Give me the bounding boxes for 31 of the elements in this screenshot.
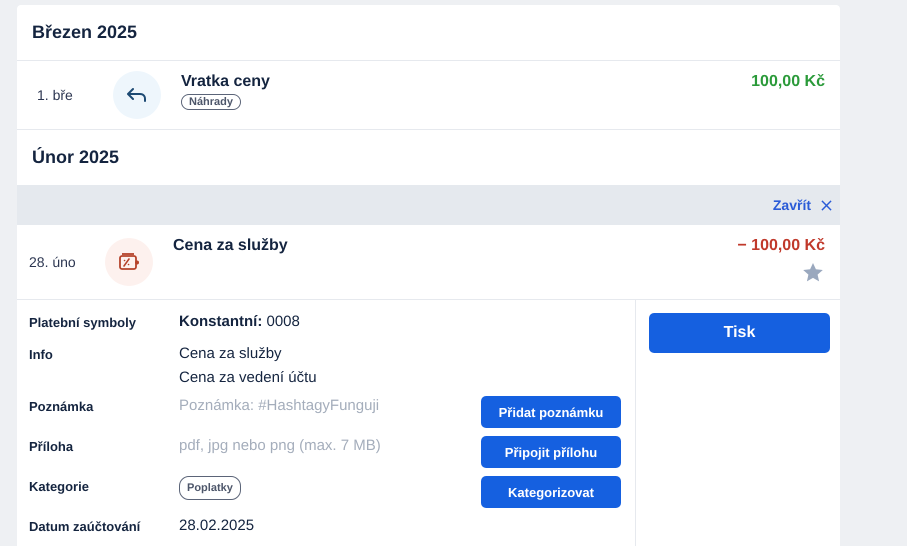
wallet-percent-icon xyxy=(105,238,153,286)
amount: 100,00 Kč xyxy=(751,73,825,91)
transaction-date: 1. bře xyxy=(37,87,74,103)
expanded-transaction-row[interactable]: 28. úno Cena za služby − 100,00 Kč xyxy=(17,225,840,300)
detail-label: Kategorie xyxy=(29,478,90,494)
action-button[interactable]: Připojit přílohu xyxy=(481,436,621,468)
detail-value: Cena za služby xyxy=(179,344,282,364)
detail-value: Konstantní: 0008 xyxy=(179,312,300,332)
close-link[interactable]: Zavřít xyxy=(772,195,832,215)
action-button[interactable]: Kategorizovat xyxy=(481,476,621,508)
close-icon xyxy=(821,200,832,210)
detail-value: Cena za vedení účtu xyxy=(179,368,317,388)
detail-label: Info xyxy=(29,346,54,362)
detail-value: 28.02.2025 xyxy=(179,516,254,536)
category-tag: Poplatky xyxy=(179,476,241,500)
detail-label: Příloha xyxy=(29,438,74,454)
action-button[interactable]: Přidat poznámku xyxy=(481,396,621,428)
transaction-row[interactable]: 1. bře Vratka ceny Náhrady 100,00 Kč xyxy=(17,60,840,129)
detail-label: Poznámka xyxy=(29,398,94,414)
transaction-title: Vratka ceny xyxy=(181,73,270,91)
detail-label: Datum zaúčtování xyxy=(29,518,142,534)
transaction-title: Cena za služby xyxy=(173,237,288,255)
month-heading: Březen 2025 xyxy=(32,22,138,43)
print-button[interactable]: Tisk xyxy=(649,313,830,353)
detail-label: Platební symboly xyxy=(29,314,137,330)
placeholder-text: pdf, jpg nebo png (max. 7 MB) xyxy=(179,436,381,456)
month-heading: Únor 2025 xyxy=(32,147,120,168)
category-tag: Náhrady xyxy=(181,94,242,110)
amount: − 100,00 Kč xyxy=(737,237,825,255)
placeholder-text: Poznámka: #HashtagyFunguji xyxy=(179,396,380,416)
transaction-date: 28. úno xyxy=(29,254,77,270)
